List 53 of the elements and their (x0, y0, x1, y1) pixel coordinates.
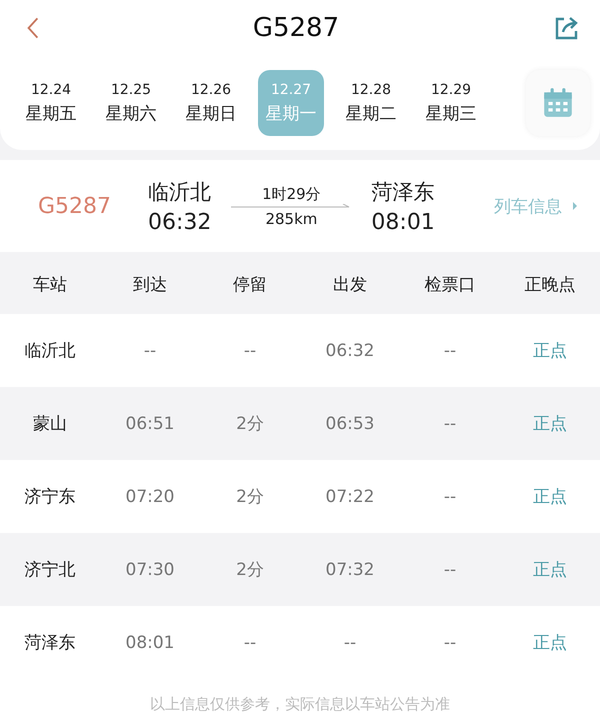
column-header: 正晚点 (524, 274, 576, 296)
table-cell-text: 06:53 (324, 414, 376, 434)
status-cell-text: 正点 (532, 486, 568, 508)
table-cell-text: 07:32 (324, 560, 376, 580)
status-cell-text: 正点 (532, 340, 568, 362)
status-cell-text: 正点 (532, 632, 568, 654)
status-cell-text: 正点 (532, 413, 568, 435)
column-header: 出发 (332, 274, 368, 296)
table-cell-text: -- (442, 486, 458, 506)
table-cell-text: 07:30 (124, 560, 176, 580)
disclaimer-text: 以上信息仅供参考，实际信息以车站公告为准 (150, 695, 450, 713)
distance: 285km (265, 210, 318, 228)
table-cell-text: 2分 (235, 486, 265, 508)
departure-time: 06:32 (148, 210, 212, 234)
table-cell-text: -- (142, 340, 158, 360)
column-header: 到达 (132, 274, 168, 296)
table-cell-text: 06:51 (124, 414, 176, 434)
table-cell-text: 济宁北 (24, 559, 76, 581)
column-header: 车站 (32, 274, 68, 296)
table-cell-text: 07:22 (324, 486, 376, 506)
table-cell-text: -- (342, 632, 358, 652)
date-tab[interactable]: 12.26 星期日 (178, 70, 244, 136)
table-cell-text: -- (442, 560, 458, 580)
date-tab[interactable]: 12.25 星期六 (98, 70, 164, 136)
table-cell-text: 济宁东 (24, 486, 76, 508)
column-header: 检票口 (424, 274, 476, 296)
table-cell-text: -- (242, 632, 258, 652)
table-cell-text: -- (442, 632, 458, 652)
table-cell-text: 菏泽东 (24, 632, 76, 654)
column-header: 停留 (232, 274, 268, 296)
calendar-icon[interactable] (541, 86, 575, 120)
table-cell-text: 蒙山 (32, 413, 68, 435)
table-cell-text: 临沂北 (24, 340, 76, 362)
duration: 1时29分 (262, 184, 321, 204)
chevron-right-icon[interactable] (572, 201, 578, 211)
date-tab[interactable]: 12.29 星期三 (418, 70, 484, 136)
back-icon[interactable] (26, 15, 40, 41)
station-name: 菏泽东 (372, 178, 435, 206)
table-cell-text: 2分 (235, 559, 265, 581)
date-tab[interactable]: 12.28 星期二 (338, 70, 404, 136)
page-title: G5287 (252, 13, 340, 43)
table-cell-text: -- (442, 340, 458, 360)
table-cell-text: -- (242, 340, 258, 360)
status-cell-text: 正点 (532, 559, 568, 581)
train-number: G5287 (38, 194, 112, 218)
arrival-time: 08:01 (371, 210, 435, 234)
table-cell-text: 2分 (235, 413, 265, 435)
station-name: 临沂北 (148, 178, 212, 206)
table-cell-text: 07:20 (124, 486, 176, 506)
table-cell-text: 06:32 (324, 340, 376, 360)
table-cell-text: 08:01 (124, 632, 176, 652)
date-tab[interactable]: 12.24 星期五 (18, 70, 84, 136)
table-cell-text: -- (442, 414, 458, 434)
